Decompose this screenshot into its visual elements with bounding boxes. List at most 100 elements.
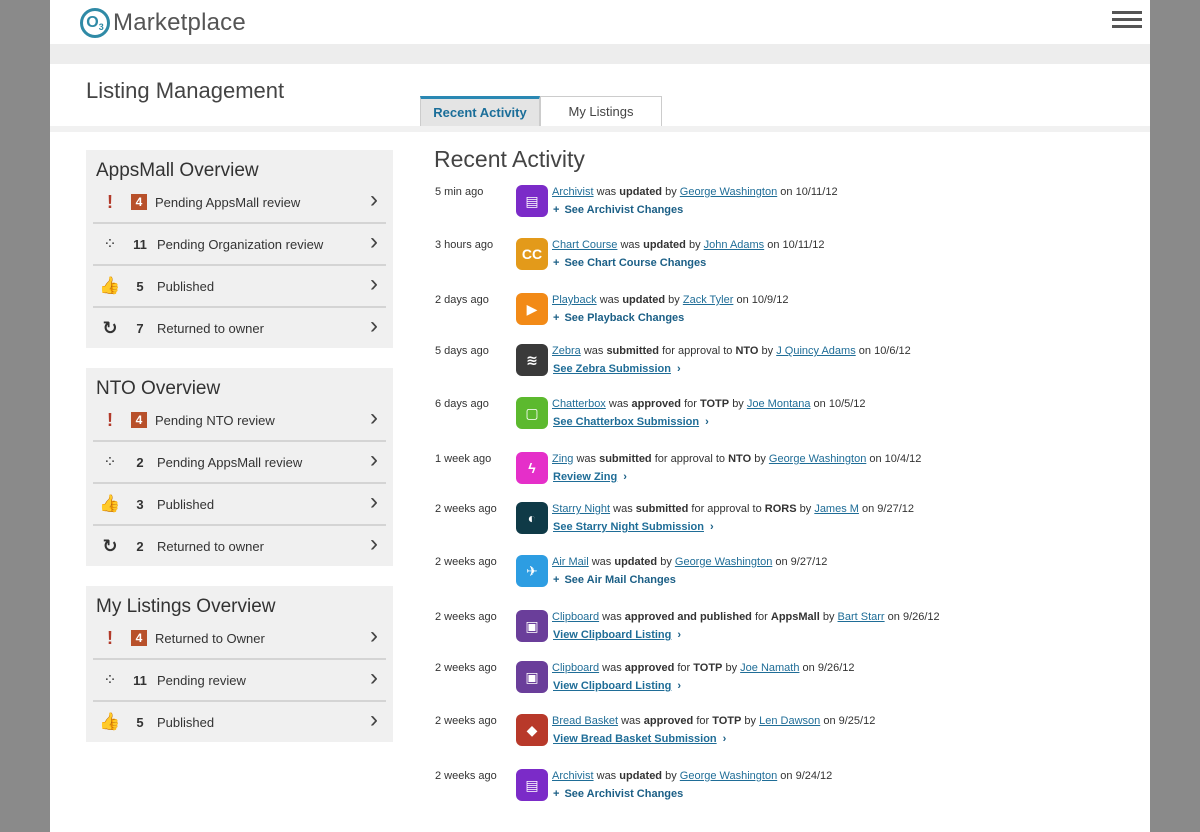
zebra-icon[interactable]: ≋ (516, 344, 548, 376)
activity-action-link[interactable]: + See Chart Course Changes (553, 257, 706, 269)
user-link[interactable]: Joe Namath (740, 662, 799, 674)
football-icon[interactable]: ◆ (516, 714, 548, 746)
overview-row[interactable]: ↻ 2 Returned to owner › (93, 526, 386, 566)
verb-text: was (613, 503, 633, 515)
row-label: Returned to owner (157, 320, 264, 336)
chevron-right-icon: › (370, 488, 378, 515)
app-link[interactable]: Chart Course (552, 239, 617, 251)
app-link[interactable]: Zebra (552, 345, 581, 357)
activity-action-link[interactable]: Review Zing › (553, 471, 627, 483)
overview-row[interactable]: ! 4 Pending AppsMall review › (93, 182, 386, 224)
link-text: See Chart Course Changes (564, 257, 707, 269)
overview-row[interactable]: ! 4 Pending NTO review › (93, 400, 386, 442)
activity-time: 2 weeks ago (435, 611, 497, 623)
user-link[interactable]: J Quincy Adams (776, 345, 855, 357)
notebook-icon[interactable]: ▤ (516, 769, 548, 801)
row-label: Pending NTO review (155, 412, 275, 428)
link-text: See Starry Night Submission (553, 521, 704, 533)
action-text: approved (624, 662, 675, 674)
top-bar: O3 Marketplace (50, 0, 1150, 44)
activity-action-link[interactable]: See Starry Night Submission › (553, 521, 714, 533)
chevron-right-icon: › (370, 530, 378, 557)
app-link[interactable]: Starry Night (552, 503, 610, 515)
activity-summary: Zing was submitted for approval to NTO b… (552, 453, 921, 465)
row-label: Published (157, 714, 215, 730)
paper-plane-icon[interactable]: ✈ (516, 555, 548, 587)
row-count: 4 (131, 630, 147, 646)
clipboard-icon[interactable]: ▣ (516, 610, 548, 642)
overview-row[interactable]: 👍 3 Published › (93, 484, 386, 526)
user-link[interactable]: John Adams (704, 239, 765, 251)
logo[interactable]: O3 Marketplace (80, 6, 246, 40)
activity-item: 3 hours ago CC Chart Course was updated by… (434, 235, 1094, 275)
activity-summary: Clipboard was approved and published for… (552, 611, 940, 623)
activity-item: 1 week ago ϟ Zing was submitted for approv… (434, 449, 1094, 489)
overview-row[interactable]: 👍 5 Published › (93, 702, 386, 742)
link-text: View Bread Basket Submission (553, 733, 717, 745)
date-text: on 10/11/12 (767, 239, 825, 251)
verb-text: was (576, 453, 597, 465)
by-text: by (744, 715, 757, 727)
user-link[interactable]: Len Dawson (759, 715, 820, 727)
verb-text: was (602, 611, 622, 623)
user-link[interactable]: George Washington (769, 453, 866, 465)
link-text: View Clipboard Listing (553, 680, 672, 692)
app-link[interactable]: Bread Basket (552, 715, 618, 727)
user-link[interactable]: Zack Tyler (683, 294, 734, 306)
page-title: Listing Management (86, 78, 285, 103)
chat-icon[interactable]: ▢ (516, 397, 548, 429)
activity-action-link[interactable]: + See Archivist Changes (553, 788, 683, 800)
app-link[interactable]: Archivist (552, 186, 594, 198)
notebook-icon[interactable]: ▤ (516, 185, 548, 217)
chevron-right-icon: › (370, 312, 378, 339)
activity-summary: Archivist was updated by George Washingt… (552, 770, 832, 782)
overview-row[interactable]: ⁘ 11 Pending Organization review › (93, 224, 386, 266)
user-link[interactable]: Joe Montana (747, 398, 811, 410)
user-link[interactable]: George Washington (675, 556, 772, 568)
activity-time: 5 days ago (435, 345, 489, 357)
tab-my-listings[interactable]: My Listings (540, 96, 662, 126)
app-link[interactable]: Chatterbox (552, 398, 606, 410)
app-link[interactable]: Zing (552, 453, 573, 465)
user-link[interactable]: Bart Starr (838, 611, 885, 623)
verb-text: was (596, 186, 617, 198)
activity-action-link[interactable]: + See Air Mail Changes (553, 574, 676, 586)
tab-recent-activity[interactable]: Recent Activity (420, 96, 540, 126)
overview-row[interactable]: ⁘ 2 Pending AppsMall review › (93, 442, 386, 484)
activity-item: 2 weeks ago ◆ Bread Basket was approved fo… (434, 711, 1094, 751)
overview-row[interactable]: ! 4 Returned to Owner › (93, 618, 386, 660)
user-link[interactable]: George Washington (680, 186, 777, 198)
moon-icon[interactable]: ◐ (516, 502, 548, 534)
app-link[interactable]: Playback (552, 294, 597, 306)
app-link[interactable]: Archivist (552, 770, 594, 782)
activity-action-link[interactable]: + See Playback Changes (553, 312, 684, 324)
app-link[interactable]: Clipboard (552, 611, 599, 623)
app-link[interactable]: Air Mail (552, 556, 589, 568)
target-text: NTO (728, 453, 752, 465)
date-text: on 10/9/12 (736, 294, 789, 306)
app-link[interactable]: Clipboard (552, 662, 599, 674)
date-text: on 10/6/12 (858, 345, 911, 357)
panel-title: My Listings Overview (96, 596, 276, 617)
chevron-right-icon: › (705, 416, 709, 428)
row-label: Pending Organization review (157, 236, 324, 252)
video-icon[interactable]: ▶ (516, 293, 548, 325)
overview-row[interactable]: 👍 5 Published › (93, 266, 386, 308)
activity-action-link[interactable]: See Chatterbox Submission › (553, 416, 709, 428)
activity-action-link[interactable]: View Clipboard Listing › (553, 680, 681, 692)
activity-action-link[interactable]: See Zebra Submission › (553, 363, 681, 375)
activity-action-link[interactable]: View Bread Basket Submission › (553, 733, 726, 745)
by-text: by (725, 662, 738, 674)
lightning-icon[interactable]: ϟ (516, 452, 548, 484)
activity-action-link[interactable]: View Clipboard Listing › (553, 629, 681, 641)
user-link[interactable]: James M (814, 503, 859, 515)
user-link[interactable]: George Washington (680, 770, 777, 782)
hamburger-menu-icon[interactable] (1112, 11, 1142, 29)
overview-row[interactable]: ⁘ 11 Pending review › (93, 660, 386, 702)
clipboard-icon[interactable]: ▣ (516, 661, 548, 693)
overview-row[interactable]: ↻ 7 Returned to owner › (93, 308, 386, 348)
refresh-icon: ↻ (102, 535, 118, 556)
date-text: on 10/5/12 (813, 398, 866, 410)
activity-action-link[interactable]: + See Archivist Changes (553, 204, 683, 216)
cc-icon[interactable]: CC (516, 238, 548, 270)
